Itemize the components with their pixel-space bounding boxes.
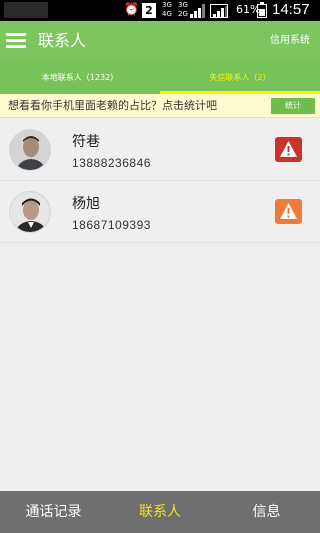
contact-phone: 18687109393	[72, 218, 151, 232]
list-item[interactable]: 符巷 13888236846	[0, 119, 320, 181]
nav-contacts[interactable]: 联系人	[107, 491, 213, 533]
list-item[interactable]: 杨旭 18687109393	[0, 181, 320, 243]
alarm-icon: ⏰	[124, 2, 139, 16]
alert-icon[interactable]	[275, 199, 302, 224]
tab-dishonest-contacts[interactable]: 失信联系人（2）	[160, 61, 320, 94]
avatar	[9, 129, 51, 171]
signal-icon	[190, 4, 205, 18]
avatar	[9, 191, 51, 233]
signal-icon	[210, 4, 228, 18]
sim-slot-indicator: 2	[142, 3, 156, 18]
notification-area	[4, 2, 48, 18]
bottom-navigation: 通话记录 联系人 信息	[0, 491, 320, 533]
page-title: 联系人	[38, 31, 87, 50]
contact-name: 杨旭	[72, 196, 100, 212]
contact-list: 符巷 13888236846 杨旭 18687109393	[0, 119, 320, 243]
contact-phone: 13888236846	[72, 156, 151, 170]
battery-icon	[257, 2, 267, 18]
statistics-button[interactable]: 统计	[271, 98, 315, 114]
nav-call-log[interactable]: 通话记录	[0, 491, 107, 533]
clock: 14:57	[272, 1, 310, 18]
network-type-1: 3G 4G	[162, 1, 172, 18]
menu-icon[interactable]	[6, 33, 26, 48]
credit-system-link[interactable]: 信用系统	[270, 35, 310, 47]
app-header: 联系人 信用系统	[0, 21, 320, 61]
network-type-2: 3G 2G	[178, 1, 188, 18]
statistics-banner: 想看看你手机里面老赖的占比？点击统计吧 统计	[0, 94, 320, 118]
status-bar: ⏰ 2 3G 4G 3G 2G 61% 14:57	[0, 0, 320, 21]
alert-icon[interactable]	[275, 137, 302, 162]
tab-local-contacts[interactable]: 本地联系人（1232）	[0, 61, 160, 94]
nav-messages[interactable]: 信息	[213, 491, 320, 533]
contact-name: 符巷	[72, 134, 100, 150]
banner-text: 想看看你手机里面老赖的占比？点击统计吧	[8, 99, 217, 112]
contact-tabs: 本地联系人（1232） 失信联系人（2）	[0, 61, 320, 94]
